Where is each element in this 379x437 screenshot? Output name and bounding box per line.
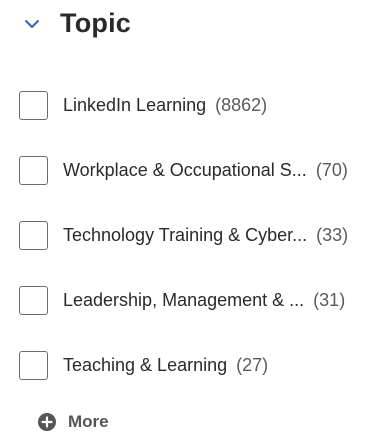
topic-option-list: LinkedIn Learning (8862) Workplace & Occ… xyxy=(0,86,379,411)
chevron-down-icon[interactable] xyxy=(22,14,42,34)
section-title: Topic xyxy=(60,7,131,38)
topic-count: (70) xyxy=(315,160,348,180)
topic-option-label[interactable]: Workplace & Occupational S... (70) xyxy=(63,160,348,181)
more-label: More xyxy=(68,412,109,431)
topic-count: (31) xyxy=(313,290,346,310)
topic-count: (8862) xyxy=(215,95,268,115)
topic-option-label[interactable]: LinkedIn Learning (8862) xyxy=(63,95,267,116)
list-item[interactable]: Workplace & Occupational S... (70) xyxy=(0,151,379,194)
topic-option-label[interactable]: Teaching & Learning (27) xyxy=(63,355,268,376)
topic-checkbox[interactable] xyxy=(19,91,48,120)
show-more-button[interactable]: More xyxy=(37,412,109,432)
list-item[interactable]: LinkedIn Learning (8862) xyxy=(0,86,379,129)
topic-checkbox[interactable] xyxy=(19,156,48,185)
topic-name: Leadership, Management & ... xyxy=(63,290,305,310)
topic-option-label[interactable]: Technology Training & Cyber... (33) xyxy=(63,225,348,246)
topic-checkbox[interactable] xyxy=(19,221,48,250)
list-item[interactable]: Teaching & Learning (27) xyxy=(0,346,379,389)
topic-name: LinkedIn Learning xyxy=(63,95,207,115)
topic-section-toggle[interactable]: Topic xyxy=(22,2,131,44)
list-item[interactable]: Leadership, Management & ... (31) xyxy=(0,281,379,324)
topic-count: (33) xyxy=(316,225,349,245)
topic-checkbox[interactable] xyxy=(19,286,48,315)
topic-checkbox[interactable] xyxy=(19,351,48,380)
topic-option-label[interactable]: Leadership, Management & ... (31) xyxy=(63,290,345,311)
list-item[interactable]: Technology Training & Cyber... (33) xyxy=(0,216,379,259)
plus-circle-icon xyxy=(37,412,57,432)
topic-name: Technology Training & Cyber... xyxy=(63,225,308,245)
topic-name: Workplace & Occupational S... xyxy=(63,160,307,180)
topic-name: Teaching & Learning xyxy=(63,355,228,375)
topic-filter-panel: Topic LinkedIn Learning (8862) Workplace… xyxy=(0,0,379,437)
topic-count: (27) xyxy=(236,355,269,375)
